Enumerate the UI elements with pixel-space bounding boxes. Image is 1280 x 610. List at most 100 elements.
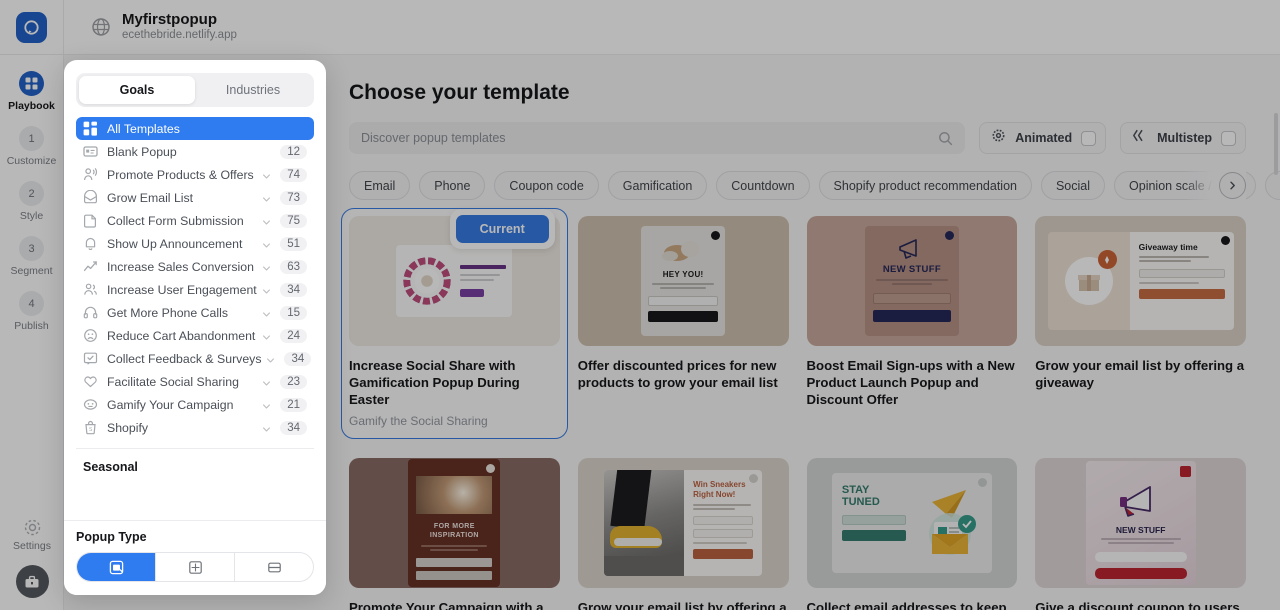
current-button[interactable]: Current (455, 215, 549, 243)
template-card-title: Promote Your Campaign with a (349, 600, 544, 610)
current-badge-wrapper: Current (449, 209, 555, 249)
chevron-down-icon[interactable] (261, 169, 272, 180)
template-card[interactable]: NEW STUFF Boost Email Sign-ups with a Ne… (806, 216, 1018, 439)
chevron-down-icon[interactable] (261, 376, 272, 387)
template-card[interactable]: Win Sneakers Right Now! Grow your email … (577, 458, 789, 610)
sad-face-icon (83, 328, 98, 343)
game-face-icon (83, 397, 98, 412)
goal-item-show-up-announcement[interactable]: Show Up Announcement 51 (76, 232, 314, 255)
popup-bar-icon[interactable] (235, 553, 313, 581)
goal-item-facilitate-social-sharing[interactable]: Facilitate Social Sharing 23 (76, 370, 314, 393)
rail-item-settings[interactable]: Settings (0, 518, 64, 552)
goal-label: Gamify Your Campaign (107, 397, 234, 412)
template-card[interactable]: Giveaway time Grow your email list by of… (1035, 216, 1246, 439)
chevron-down-icon[interactable] (265, 353, 276, 364)
page-title: Choose your template (349, 81, 570, 104)
chevron-down-icon[interactable] (261, 422, 272, 433)
tab-industries[interactable]: Industries (195, 76, 311, 104)
chevron-right-icon[interactable] (1219, 172, 1246, 199)
rail-item-publish[interactable]: 4 Publish (0, 291, 64, 332)
template-thumbnail: Win Sneakers Right Now! (577, 458, 789, 588)
app-logo[interactable] (0, 0, 64, 55)
search-icon[interactable] (938, 131, 953, 146)
popup-heading: HEY YOU! (662, 270, 704, 279)
filter-animated[interactable]: Animated (979, 122, 1107, 154)
gear-icon (23, 518, 42, 537)
goal-item-blank-popup[interactable]: Blank Popup 12 (76, 140, 314, 163)
bell-icon (83, 236, 98, 251)
chip-gamification[interactable]: Gamification (607, 171, 708, 200)
filter-multistep-checkbox[interactable] (1221, 130, 1236, 146)
goal-label: Increase User Engagement (107, 282, 257, 297)
rail-item-style[interactable]: 2 Style (0, 181, 64, 222)
chevron-down-icon[interactable] (261, 238, 272, 249)
chevron-down-icon[interactable] (261, 399, 272, 410)
site-title: Myfirstpopup (122, 11, 217, 28)
popup-heading: NEW STUFF (882, 264, 941, 275)
chevron-down-icon[interactable] (261, 192, 272, 203)
page-scrollbar[interactable] (1274, 113, 1278, 175)
goal-item-gamify-your-campaign[interactable]: Gamify Your Campaign 21 (76, 393, 314, 416)
template-card[interactable]: FOR MORE INSPIRATION Promote Your Campai… (349, 458, 560, 610)
template-card[interactable]: STAY TUNED Collect email addresses to ke… (806, 458, 1018, 610)
template-card[interactable]: Current Increase Social Share with Gamif… (341, 208, 568, 439)
chip-coupon-code[interactable]: Coupon code (494, 171, 599, 200)
briefcase-icon (25, 575, 39, 587)
goal-label: Collect Form Submission (107, 213, 244, 228)
goal-item-all-templates[interactable]: All Templates (76, 117, 314, 140)
goal-count: 75 (280, 213, 307, 228)
chevron-down-icon[interactable] (261, 284, 272, 295)
template-card[interactable]: NEW STUFF Give a discount coupon to user… (1035, 458, 1246, 610)
rail-item-segment[interactable]: 3 Segment (0, 236, 64, 277)
goal-count: 73 (280, 190, 307, 205)
chip-shopify-product-recommendation[interactable]: Shopify product recommendation (818, 171, 1032, 200)
template-card-selected-frame[interactable]: Current Increase Social Share with Gamif… (341, 208, 568, 439)
search-input[interactable] (361, 131, 939, 145)
popup-overlay-icon[interactable] (77, 553, 156, 581)
site-url: ecethebride.netlify.app (122, 29, 237, 41)
template-card-title: Grow your email list by offering a (577, 600, 787, 610)
chip-email[interactable]: Email (349, 171, 411, 200)
template-card-title: Give a discount coupon to users (1035, 600, 1240, 610)
search-box[interactable] (349, 122, 966, 154)
chip-rating[interactable]: Rating (1264, 171, 1280, 200)
goal-item-collect-feedback-surveys[interactable]: Collect Feedback & Surveys 34 (76, 347, 314, 370)
shopify-bag-icon: S (83, 420, 98, 435)
chevron-down-icon[interactable] (261, 330, 272, 341)
goal-item-increase-sales-conversion[interactable]: Increase Sales Conversion 63 (76, 255, 314, 278)
goal-item-collect-form-submission[interactable]: Collect Form Submission 75 (76, 209, 314, 232)
goal-label: Facilitate Social Sharing (107, 374, 239, 389)
chevron-down-icon[interactable] (261, 215, 272, 226)
goal-item-shopify[interactable]: S Shopify 34 (76, 416, 314, 439)
popup-heading: Win Sneakers Right Now! (693, 480, 746, 499)
popup-fullscreen-icon[interactable] (156, 553, 235, 581)
goal-item-get-more-phone-calls[interactable]: Get More Phone Calls 15 (76, 301, 314, 324)
popup-heading: FOR MORE INSPIRATION (429, 523, 479, 539)
grid-icon (19, 71, 44, 96)
filter-multistep[interactable]: Multistep (1120, 122, 1246, 154)
rail-item-customize[interactable]: 1 Customize (0, 126, 64, 167)
chevron-down-icon[interactable] (261, 307, 272, 318)
rail-step-number: 3 (19, 236, 44, 261)
goal-item-increase-user-engagement[interactable]: Increase User Engagement 34 (76, 278, 314, 301)
avatar[interactable] (15, 565, 49, 598)
template-thumbnail: FOR MORE INSPIRATION (349, 458, 560, 588)
chip-countdown[interactable]: Countdown (716, 171, 810, 200)
goal-item-promote-products-offers[interactable]: Promote Products & Offers 74 (76, 163, 314, 186)
chevron-down-icon[interactable] (261, 261, 272, 272)
goal-item-grow-email-list[interactable]: Grow Email List 73 (76, 186, 314, 209)
seasonal-title: Seasonal (83, 460, 138, 474)
topbar: Myfirstpopup ecethebride.netlify.app (0, 0, 1280, 55)
popup-heading: Giveaway time (1138, 242, 1198, 252)
users-icon (83, 282, 98, 297)
template-card[interactable]: HEY YOU! Offer discounted prices for new… (577, 216, 789, 439)
goal-item-reduce-cart-abandonment[interactable]: Reduce Cart Abandonment 24 (76, 324, 314, 347)
chip-phone[interactable]: Phone (419, 171, 486, 200)
filter-animated-checkbox[interactable] (1081, 130, 1097, 146)
tab-goals[interactable]: Goals (79, 76, 195, 104)
goal-label: All Templates (107, 121, 180, 136)
site-info[interactable]: Myfirstpopup ecethebride.netlify.app (90, 11, 237, 43)
rail-item-playbook[interactable]: Playbook (0, 71, 64, 112)
template-grid: Current Increase Social Share with Gamif… (341, 208, 1246, 610)
chip-social[interactable]: Social (1040, 171, 1106, 200)
